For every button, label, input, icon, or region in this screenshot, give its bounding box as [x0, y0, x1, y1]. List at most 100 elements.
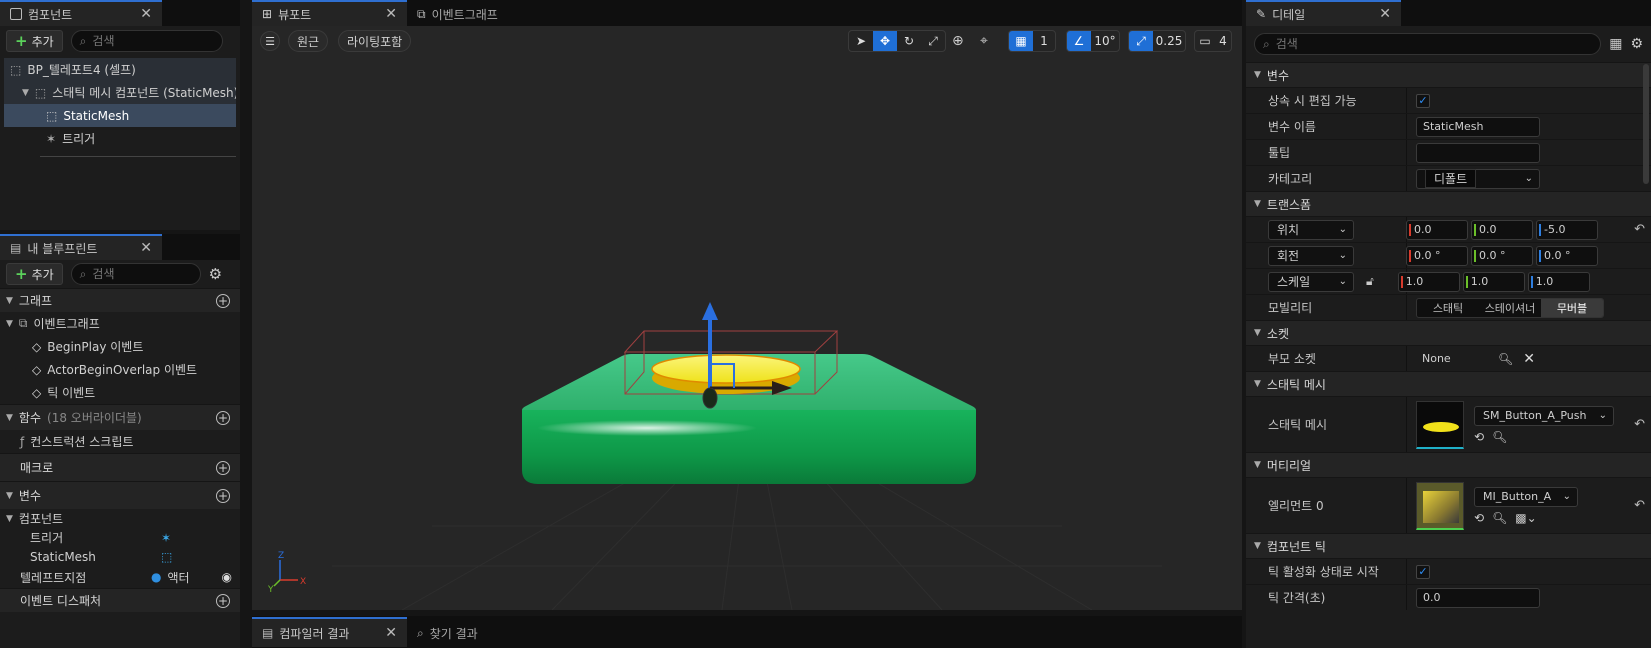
chevron-down-icon[interactable]: ▼ — [22, 88, 29, 98]
chevron-down-icon[interactable]: ▼ — [1254, 541, 1261, 551]
tree-static-mesh-component[interactable]: ▼ ⬚ 스태틱 메시 컴포넌트 (StaticMesh) — [4, 81, 236, 104]
chevron-down-icon[interactable]: ▼ — [1254, 379, 1261, 389]
tab-details[interactable]: ✎ 디테일 ✕ — [1246, 0, 1401, 26]
chevron-down-icon[interactable]: ▼ — [1254, 199, 1261, 209]
editable-inherited-checkbox[interactable]: ✓ — [1416, 93, 1430, 108]
tree-static-mesh-item[interactable]: ⬚ StaticMesh — [4, 104, 236, 127]
angle-icon[interactable]: ∠ — [1067, 31, 1091, 51]
close-icon[interactable]: ✕ — [140, 240, 152, 256]
chevron-down-icon[interactable]: ▼ — [1254, 460, 1261, 470]
add-variable-icon[interactable]: + — [216, 488, 230, 503]
variables-section-header[interactable]: ▼ 변수 + — [0, 481, 240, 509]
details-search-input[interactable] — [1275, 37, 1593, 51]
construction-script-item[interactable]: ƒ 컨스트럭션 스크립트 — [0, 430, 240, 453]
location-z-field[interactable]: -5.0 — [1536, 219, 1598, 240]
event-item-beginplay[interactable]: ◇ BeginPlay 이벤트 — [0, 335, 240, 358]
category-dropdown[interactable]: 디폴트 ⌄ — [1416, 168, 1540, 189]
browse-asset-icon[interactable]: 🔍︎ — [1492, 511, 1507, 525]
tree-trigger-item[interactable]: ✶ 트리거 — [4, 127, 236, 150]
translate-tool-icon[interactable]: ✥ — [873, 31, 897, 51]
location-y-field[interactable]: 0.0 — [1471, 219, 1533, 240]
clear-icon[interactable]: ✕ — [1523, 351, 1535, 367]
use-selected-icon[interactable]: ⟲ — [1474, 430, 1484, 444]
chevron-down-icon[interactable]: ▼ — [6, 514, 13, 524]
static-mesh-thumbnail[interactable] — [1416, 400, 1464, 449]
chevron-down-icon[interactable]: ▼ — [1254, 70, 1261, 80]
scale-x-field[interactable]: 1.0 — [1397, 271, 1460, 292]
details-scrollbar[interactable] — [1643, 64, 1649, 184]
gear-icon[interactable]: ⚙ — [209, 265, 222, 283]
mobility-movable-option[interactable]: 무버블 — [1541, 298, 1603, 317]
event-item-tick[interactable]: ◇ 틱 이벤트 — [0, 381, 240, 404]
scale-y-field[interactable]: 1.0 — [1462, 271, 1525, 292]
tab-event-graph[interactable]: ⧉ 이벤트그래프 — [407, 0, 508, 26]
scale-snap-group[interactable]: ⤢ 0.25 — [1128, 30, 1186, 52]
macros-section-header[interactable]: 매크로 + — [0, 453, 240, 481]
rotation-z-field[interactable]: 0.0 ° — [1536, 245, 1598, 266]
tab-my-blueprint[interactable]: ▤ 내 블루프린트 ✕ — [0, 234, 162, 260]
grid-icon[interactable]: ▦ — [1009, 31, 1033, 51]
location-mode-dropdown[interactable]: 위치 ⌄ — [1268, 219, 1354, 240]
use-selected-icon[interactable]: ⟲ — [1474, 511, 1484, 525]
sockets-section-header[interactable]: ▼ 소켓 — [1246, 320, 1651, 345]
scale-z-field[interactable]: 1.0 — [1527, 271, 1590, 292]
variable-item-teleport-point[interactable]: 텔레프트지점 ● 액터 ◉ — [0, 566, 240, 588]
rotation-snap-group[interactable]: ∠ 10° — [1066, 30, 1120, 52]
chevron-down-icon[interactable]: ▼ — [6, 413, 13, 423]
variable-group-components[interactable]: ▼ 컴포넌트 — [0, 509, 240, 528]
close-icon[interactable]: ✕ — [140, 6, 152, 22]
rotation-mode-dropdown[interactable]: 회전 ⌄ — [1268, 245, 1354, 266]
rotate-tool-icon[interactable]: ↻ — [897, 31, 921, 51]
eye-icon[interactable]: ◉ — [222, 570, 232, 584]
scale-tool-icon[interactable]: ⤢ — [921, 31, 945, 51]
add-function-icon[interactable]: + — [216, 410, 230, 425]
chevron-down-icon[interactable]: ▼ — [6, 491, 13, 501]
grid-snap-group[interactable]: ▦ 1 — [1008, 30, 1056, 52]
add-macro-icon[interactable]: + — [216, 460, 230, 475]
components-search[interactable]: ⌕ — [70, 30, 223, 52]
perspective-button[interactable]: 원근 — [288, 30, 329, 52]
functions-section-header[interactable]: ▼ 함수 (18 오버라이더블) + — [0, 404, 240, 430]
components-search-input[interactable] — [92, 34, 214, 48]
lock-icon[interactable]: 🔓︎ — [1366, 274, 1374, 289]
variable-name-input[interactable]: StaticMesh — [1416, 116, 1540, 137]
chevron-down-icon[interactable]: ▼ — [1254, 328, 1261, 338]
blueprint-search[interactable]: ⌕ — [70, 263, 201, 285]
browse-socket-icon[interactable]: 🔍︎ — [1498, 352, 1513, 366]
add-component-button[interactable]: + 추가 — [6, 30, 63, 52]
start-tick-enabled-checkbox[interactable]: ✓ — [1416, 564, 1430, 579]
browse-asset-icon[interactable]: 🔍︎ — [1492, 430, 1507, 444]
component-tick-section-header[interactable]: ▼ 컴포넌트 틱 — [1246, 533, 1651, 558]
static-mesh-dropdown[interactable]: SM_Button_A_Push ⌄ — [1474, 405, 1614, 426]
variable-item-staticmesh[interactable]: StaticMesh ⬚ — [0, 547, 240, 566]
reset-to-default-icon[interactable]: ↶ — [1634, 498, 1645, 513]
material-thumbnail[interactable] — [1416, 481, 1464, 530]
event-item-actorbeginoverlap[interactable]: ◇ ActorBeginOverlap 이벤트 — [0, 358, 240, 381]
camera-speed-group[interactable]: ▭ 4 — [1194, 30, 1232, 52]
viewport-menu-button[interactable]: ☰ — [260, 31, 280, 51]
select-tool-icon[interactable]: ➤ — [849, 31, 873, 51]
chevron-down-icon[interactable]: ▼ — [6, 319, 13, 329]
materials-section-header[interactable]: ▼ 머티리얼 — [1246, 452, 1651, 477]
variable-item-trigger[interactable]: 트리거 ✶ — [0, 528, 240, 547]
table-view-icon[interactable]: ▦ — [1609, 36, 1622, 52]
close-icon[interactable]: ✕ — [1379, 6, 1391, 22]
lighting-mode-button[interactable]: 라이팅포함 — [338, 30, 412, 52]
chevron-down-icon[interactable]: ▼ — [6, 296, 13, 306]
close-icon[interactable]: ✕ — [385, 6, 397, 22]
reset-to-default-icon[interactable]: ↶ — [1634, 222, 1645, 237]
tooltip-input[interactable] — [1416, 142, 1540, 163]
rotation-x-field[interactable]: 0.0 ° — [1406, 245, 1468, 266]
scale-mode-dropdown[interactable]: 스케일 ⌄ — [1268, 271, 1354, 292]
mobility-stationary-option[interactable]: 스테이셔너 — [1479, 299, 1541, 317]
static-mesh-section-header[interactable]: ▼ 스태틱 메시 — [1246, 371, 1651, 396]
rotation-y-field[interactable]: 0.0 ° — [1471, 245, 1533, 266]
tab-components[interactable]: 컴포넌트 ✕ — [0, 0, 162, 26]
camera-icon[interactable]: ▭ — [1195, 31, 1215, 51]
tick-interval-input[interactable]: 0.0 — [1416, 587, 1540, 608]
add-graph-icon[interactable]: + — [216, 293, 230, 308]
close-icon[interactable]: ✕ — [385, 625, 397, 641]
viewport-scene[interactable]: Z X Y ☰ 원근 라이팅포함 ➤ ✥ ↻ ⤢ ⊕ ⌖ ▦ 1 ∠ 10° ⤢… — [252, 26, 1242, 610]
mobility-static-option[interactable]: 스태틱 — [1417, 299, 1479, 317]
transform-section-header[interactable]: ▼ 트랜스폼 — [1246, 191, 1651, 216]
